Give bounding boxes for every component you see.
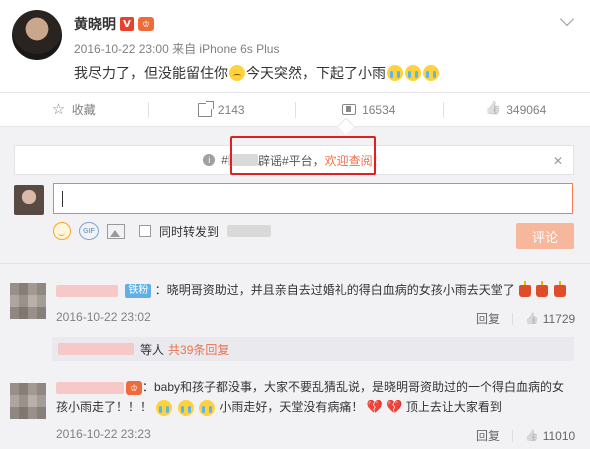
candle-cake-emoji-icon xyxy=(553,280,566,297)
current-user-avatar xyxy=(14,185,44,215)
gif-icon[interactable]: GIF xyxy=(79,222,99,240)
thumbs-up-icon[interactable]: 👍 xyxy=(525,312,539,325)
comment-text: ：晓明哥资助过，并且亲自去过婚礼的得白血病的女孩小雨去天堂了 xyxy=(154,283,515,297)
comment-icon xyxy=(342,104,357,115)
comment-like-count: 11010 xyxy=(542,428,576,443)
thumbs-up-icon xyxy=(486,103,500,117)
crying-emoji-icon xyxy=(387,65,403,81)
favorite-button[interactable]: 收藏 xyxy=(0,93,148,126)
close-icon[interactable]: ✕ xyxy=(553,154,563,168)
crying-emoji-icon xyxy=(177,399,194,416)
view-replies-link[interactable]: 共39条回复 xyxy=(168,341,229,358)
crying-emoji-icon xyxy=(405,65,421,81)
favorite-label: 收藏 xyxy=(71,103,96,117)
comment-button[interactable]: 16534 xyxy=(295,93,443,126)
blurred-text xyxy=(227,225,272,237)
comment-actions: 回复 👍 11010 xyxy=(476,427,575,444)
divider xyxy=(0,263,590,264)
like-count: 349064 xyxy=(506,102,547,117)
crying-emoji-icon xyxy=(199,399,216,416)
reply-button[interactable]: 回复 xyxy=(476,310,500,327)
info-icon: i xyxy=(203,154,216,166)
author-name[interactable]: 黄晓明 xyxy=(74,14,116,34)
commenter-name[interactable] xyxy=(56,381,124,394)
commenter-avatar[interactable] xyxy=(10,383,46,419)
post-action-bar: 收藏 2143 16534 349064 xyxy=(0,92,590,126)
broken-heart-emoji-icon: 💔 xyxy=(366,400,383,415)
comment-input[interactable] xyxy=(53,183,573,214)
comment-line: 孩小雨走了！！！ 小雨走好，天堂没有病痛！ 💔 💔 顶上去让大家看到 xyxy=(56,397,576,418)
replies-summary: 等人 共39条回复 xyxy=(52,337,574,361)
comment-body: 铁粉 ：晓明哥资助过，并且亲自去过婚礼的得白血病的女孩小雨去天堂了 xyxy=(56,280,567,300)
thumbs-up-icon[interactable]: 👍 xyxy=(525,429,539,442)
candle-cake-emoji-icon xyxy=(519,280,532,297)
post-meta: 2016-10-22 23:00 来自 iPhone 6s Plus xyxy=(74,40,279,57)
candle-cake-emoji-icon xyxy=(536,280,549,297)
replier-names xyxy=(58,343,134,355)
emoji-picker-icon[interactable] xyxy=(53,222,71,240)
fan-badge: 铁粉 xyxy=(125,283,152,298)
broken-heart-emoji-icon: 💔 xyxy=(386,400,403,415)
crying-emoji-icon xyxy=(423,65,439,81)
text-caret xyxy=(62,191,63,207)
chevron-down-icon[interactable] xyxy=(559,11,575,27)
crying-emoji-icon xyxy=(156,399,173,416)
post-text: 我尽力了，但没能留住你 今天突然，下起了小雨 xyxy=(74,63,440,83)
divider xyxy=(512,429,514,442)
member-crown-icon: ♔ xyxy=(126,380,142,395)
author-avatar[interactable] xyxy=(12,10,62,60)
star-icon xyxy=(52,100,66,118)
like-button[interactable]: 349064 xyxy=(442,93,590,126)
comment-text-line2b: 小雨走好，天堂没有病痛！ xyxy=(219,400,364,414)
comment-timestamp: 2016-10-22 23:02 xyxy=(56,310,151,324)
composer-toolbar: GIF 同时转发到 xyxy=(53,222,272,240)
post-text-part2: 今天突然，下起了小雨 xyxy=(246,65,386,81)
verified-badge-icon[interactable]: V xyxy=(120,17,134,31)
post-source: 来自 iPhone 6s Plus xyxy=(172,42,280,56)
comment-text-line2c: 顶上去让大家看到 xyxy=(405,400,502,414)
repost-checkbox[interactable] xyxy=(139,225,151,237)
post-text-part1: 我尽力了，但没能留住你 xyxy=(74,65,228,81)
notice-prefix: # xyxy=(221,153,228,167)
commenter-avatar[interactable] xyxy=(10,283,46,319)
sad-face-emoji-icon xyxy=(229,65,245,81)
repost-icon xyxy=(197,100,214,117)
divider xyxy=(512,312,514,325)
repost-button[interactable]: 2143 xyxy=(147,93,296,126)
comment-line: ♔ ：baby和孩子都没事，大家不要乱猜乱说，是晓明哥资助过的一个得白血病的女 xyxy=(56,377,576,397)
author-row: 黄晓明 V ♔ xyxy=(74,14,154,34)
comment-text-line1: ：baby和孩子都没事，大家不要乱猜乱说，是晓明哥资助过的一个得白血病的女 xyxy=(142,380,565,394)
comment-count: 16534 xyxy=(362,102,396,117)
comment-text-line2a: 孩小雨走了！！！ xyxy=(56,400,153,414)
comment-actions: 回复 👍 11729 xyxy=(476,310,575,327)
member-crown-icon[interactable]: ♔ xyxy=(138,17,154,31)
commenter-name[interactable] xyxy=(56,284,118,297)
weibo-post: 黄晓明 V ♔ 2016-10-22 23:00 来自 iPhone 6s Pl… xyxy=(0,0,590,92)
comment-timestamp: 2016-10-22 23:23 xyxy=(56,427,151,441)
highlight-frame xyxy=(230,136,376,175)
repost-count: 2143 xyxy=(217,102,245,117)
repost-checkbox-label: 同时转发到 xyxy=(159,224,220,239)
image-upload-icon[interactable] xyxy=(107,223,125,239)
replies-prefix: 等人 xyxy=(140,342,165,357)
comment-body: ♔ ：baby和孩子都没事，大家不要乱猜乱说，是晓明哥资助过的一个得白血病的女 孩… xyxy=(56,377,576,418)
submit-comment-button[interactable]: 评论 xyxy=(516,223,574,249)
reply-button[interactable]: 回复 xyxy=(476,427,500,444)
comment-like-count: 11729 xyxy=(542,311,576,326)
post-timestamp[interactable]: 2016-10-22 23:00 xyxy=(74,42,169,56)
